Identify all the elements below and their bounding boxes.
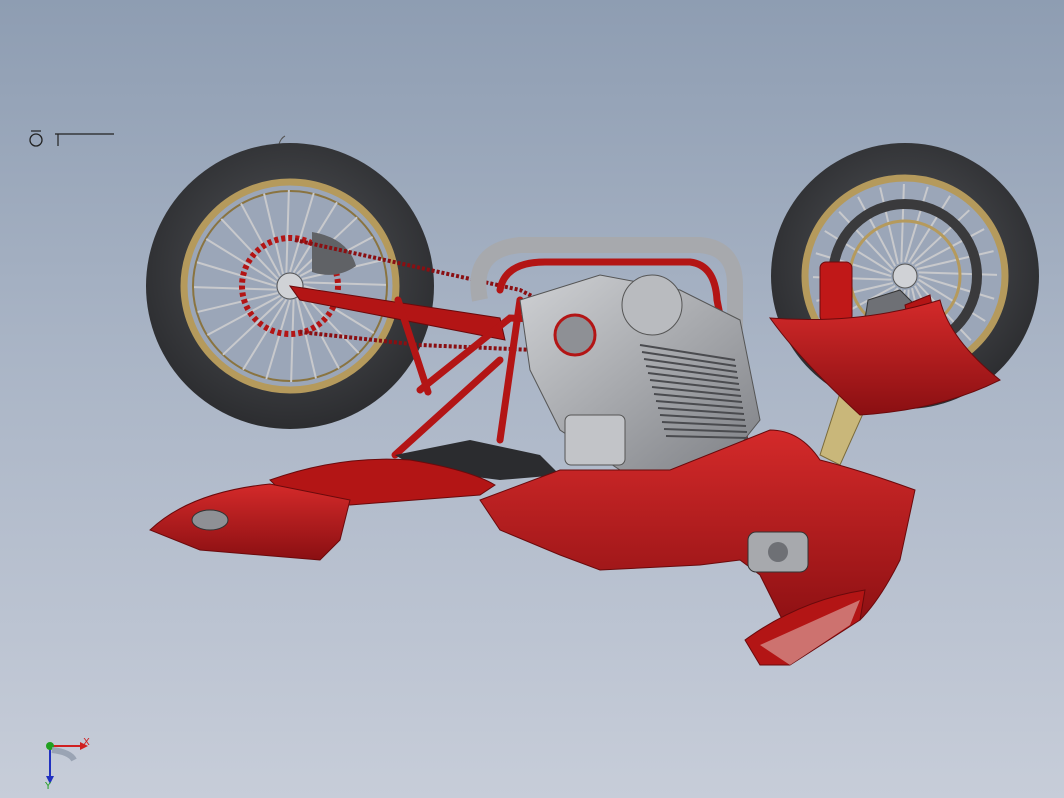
x-axis-label: X bbox=[83, 737, 90, 748]
view-orientation-icon bbox=[29, 130, 286, 147]
coordinate-triad: X Y bbox=[44, 737, 90, 792]
engine[interactable] bbox=[519, 274, 761, 471]
engine-cover bbox=[621, 274, 683, 336]
carburetor bbox=[747, 531, 809, 573]
exhaust-tip bbox=[191, 509, 229, 531]
y-axis-label: Y bbox=[44, 781, 52, 792]
cad-viewport[interactable]: X Y bbox=[0, 0, 1064, 798]
front-hub bbox=[892, 263, 918, 289]
front-sprocket bbox=[553, 313, 597, 357]
tail-cowl bbox=[149, 483, 351, 561]
brake-caliper bbox=[819, 261, 853, 323]
oil-tank bbox=[564, 414, 626, 466]
